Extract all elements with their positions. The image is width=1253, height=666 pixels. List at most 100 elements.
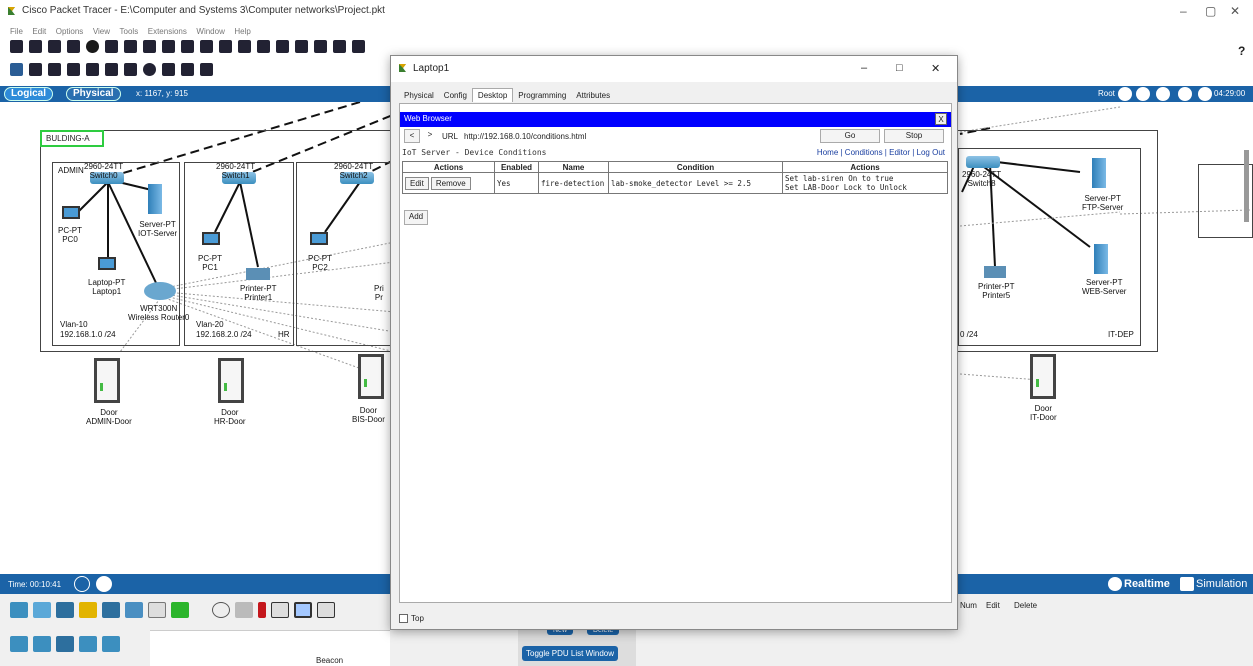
iot-device-icon[interactable] [148, 602, 166, 618]
minimize-button[interactable]: – [861, 62, 867, 74]
checkbox-box[interactable] [399, 614, 408, 624]
fan-icon[interactable] [212, 602, 230, 618]
misc-icon[interactable] [102, 602, 120, 618]
close-button[interactable]: ✕ [1230, 4, 1240, 18]
menu-options[interactable]: Options [56, 27, 84, 36]
door-icon[interactable] [1030, 354, 1056, 399]
switch-icon[interactable] [966, 156, 1000, 168]
help-icon[interactable]: ? [1238, 44, 1245, 58]
monitor-icon[interactable] [294, 602, 312, 618]
power-cycle-icon[interactable] [74, 576, 90, 592]
delete-icon[interactable] [48, 63, 61, 76]
undo-icon[interactable] [181, 40, 194, 53]
menu-file[interactable]: File [10, 27, 23, 36]
components-icon[interactable] [56, 602, 74, 618]
server-icon[interactable] [148, 184, 162, 214]
battery-icon[interactable] [171, 602, 189, 618]
forward-button[interactable]: > [422, 129, 438, 143]
tab-programming[interactable]: Programming [513, 89, 571, 102]
menu-edit[interactable]: Edit [32, 27, 46, 36]
laptop-icon[interactable] [98, 257, 116, 270]
menu-window[interactable]: Window [196, 27, 224, 36]
remove-condition-button[interactable]: Remove [430, 176, 471, 190]
url-input[interactable]: http://192.168.0.10/conditions.html [464, 132, 586, 141]
antenna-icon[interactable] [235, 602, 253, 618]
door-icon[interactable] [94, 358, 120, 403]
pdu-icon[interactable] [333, 40, 346, 53]
door-icon[interactable] [358, 354, 384, 399]
open-file-icon[interactable] [29, 40, 42, 53]
connections-icon[interactable] [79, 602, 97, 618]
menu-help[interactable]: Help [234, 27, 250, 36]
printer-icon[interactable] [246, 268, 270, 280]
menu-tools[interactable]: Tools [120, 27, 139, 36]
line-icon[interactable] [105, 63, 118, 76]
toggle-pdu-button[interactable]: Toggle PDU List Window [522, 646, 619, 661]
realtime-tab[interactable]: Realtime [1124, 578, 1170, 590]
paste-icon[interactable] [162, 40, 175, 53]
redo-icon[interactable] [200, 40, 213, 53]
network-devices-icon[interactable] [10, 602, 28, 618]
wind-turbine-icon[interactable] [102, 636, 120, 652]
multiuser-icon[interactable] [125, 602, 143, 618]
screenshot-icon[interactable] [352, 40, 365, 53]
new-file-icon[interactable] [10, 40, 23, 53]
select-icon[interactable] [10, 63, 23, 76]
back-icon[interactable] [1118, 87, 1132, 101]
add-simple-pdu-icon[interactable] [181, 63, 194, 76]
move-object-icon[interactable] [1156, 87, 1170, 101]
minimize-button[interactable]: – [1180, 4, 1187, 18]
drawing-palette-icon[interactable] [276, 40, 289, 53]
info-icon[interactable] [86, 40, 99, 53]
smart-city-icon[interactable] [33, 636, 51, 652]
printer-icon[interactable] [984, 266, 1006, 278]
wizard-icon[interactable] [105, 40, 118, 53]
industrial-icon[interactable] [56, 636, 74, 652]
physical-view-tab[interactable]: Physical [66, 87, 121, 101]
back-button[interactable]: < [404, 129, 420, 143]
siren-icon[interactable] [258, 602, 266, 618]
custom-devices-icon[interactable] [295, 40, 308, 53]
fast-forward-icon[interactable] [96, 576, 112, 592]
page-nav-links[interactable]: Home | Conditions | Editor | Log Out [817, 148, 945, 157]
pc-icon[interactable] [202, 232, 220, 245]
top-checkbox[interactable]: Top [399, 614, 424, 624]
door-icon[interactable] [218, 358, 244, 403]
stop-button[interactable]: Stop [884, 129, 944, 143]
power-grid-icon[interactable] [79, 636, 97, 652]
note-icon[interactable] [86, 63, 99, 76]
end-devices-icon[interactable] [33, 602, 51, 618]
root-label[interactable]: Root [1098, 89, 1115, 98]
save-icon[interactable] [48, 40, 61, 53]
menu-extensions[interactable]: Extensions [148, 27, 187, 36]
simulation-tab[interactable]: Simulation [1196, 578, 1247, 590]
viewport-icon[interactable] [1178, 87, 1192, 101]
maximize-button[interactable]: □ [896, 62, 903, 74]
add-complex-pdu-icon[interactable] [200, 63, 213, 76]
rectangle-icon[interactable] [124, 63, 137, 76]
panel-icon[interactable] [317, 602, 335, 618]
freeform-icon[interactable] [162, 63, 175, 76]
web-browser-close-button[interactable]: X [935, 113, 947, 125]
go-button[interactable]: Go [820, 129, 880, 143]
tab-desktop[interactable]: Desktop [471, 88, 514, 102]
ellipse-icon[interactable] [143, 63, 156, 76]
home-icon[interactable] [10, 636, 28, 652]
network-info-icon[interactable] [124, 40, 137, 53]
zoom-in-icon[interactable] [219, 40, 232, 53]
close-button[interactable]: ✕ [931, 62, 940, 75]
restore-button[interactable]: ▢ [1205, 4, 1216, 18]
menu-view[interactable]: View [93, 27, 110, 36]
zoom-reset-icon[interactable] [238, 40, 251, 53]
tab-physical[interactable]: Physical [399, 89, 439, 102]
inspect-icon[interactable] [29, 63, 42, 76]
logical-view-tab[interactable]: Logical [4, 87, 54, 101]
lcd-icon[interactable] [271, 602, 289, 618]
pc-icon[interactable] [310, 232, 328, 245]
zoom-out-icon[interactable] [257, 40, 270, 53]
print-icon[interactable] [67, 40, 80, 53]
add-condition-button[interactable]: Add [404, 210, 428, 225]
new-cluster-icon[interactable] [1136, 87, 1150, 101]
pc-icon[interactable] [62, 206, 80, 219]
tab-attributes[interactable]: Attributes [571, 89, 615, 102]
